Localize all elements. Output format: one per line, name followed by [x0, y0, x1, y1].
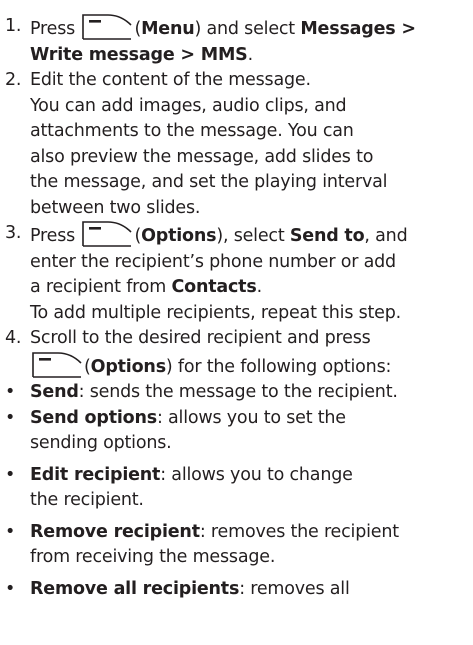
softkey-icon: [32, 351, 82, 378]
step-number: 4.: [5, 328, 22, 348]
option-edit-recipient: • Edit recipient: allows you to change t…: [5, 464, 353, 511]
option-send: • Send: sends the message to the recipie…: [5, 382, 398, 402]
step-number: 1.: [5, 16, 22, 36]
step-1: 1. Press (Menu) and select Messages > Wr…: [5, 14, 416, 65]
softkey-icon: [82, 221, 133, 247]
step-number: 2.: [5, 70, 22, 90]
step-number: 3.: [5, 223, 22, 243]
option-remove-all-recipients: • Remove all recipients: removes all: [5, 578, 350, 599]
step-3: 3. Press (Options), select Send to, and …: [5, 221, 408, 323]
manual-page: 1. Press (Menu) and select Messages > Wr…: [0, 0, 473, 645]
option-send-options: • Send options: allows you to set the se…: [5, 407, 346, 454]
step-2: 2. Edit the content of the message. You …: [5, 70, 388, 218]
softkey-icon: [82, 14, 133, 40]
option-remove-recipient: • Remove recipient: removes the recipien…: [5, 521, 399, 568]
step-4: 4. Scroll to the desired recipient and p…: [5, 328, 392, 378]
